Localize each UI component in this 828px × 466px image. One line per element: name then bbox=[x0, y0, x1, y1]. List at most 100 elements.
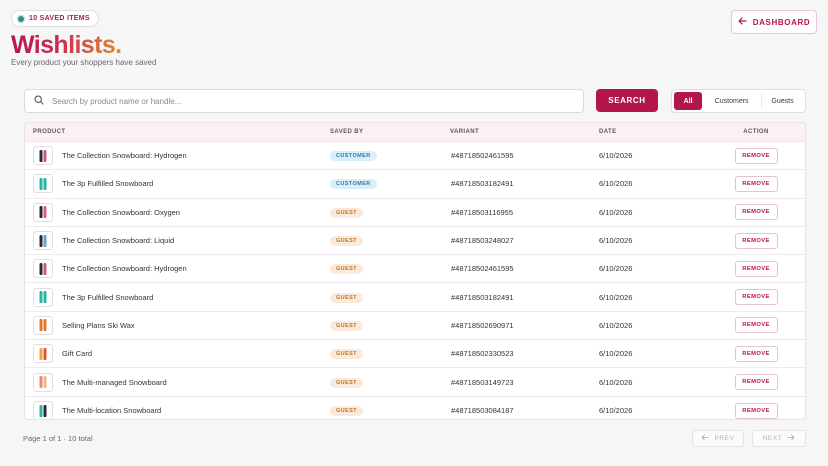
variant-id: #48718502461595 bbox=[451, 264, 514, 274]
product-name[interactable]: Selling Plans Ski Wax bbox=[62, 321, 135, 330]
table-row: The Collection Snowboard: Hydrogen CUSTOM… bbox=[25, 142, 805, 171]
table-row: The Collection Snowboard: Liquid GUEST #48… bbox=[25, 227, 805, 256]
product-cell: The Collection Snowboard: Hydrogen bbox=[25, 146, 322, 166]
action-cell: REMOVE bbox=[707, 260, 805, 277]
product-name[interactable]: Gift Card bbox=[62, 349, 92, 358]
remove-button[interactable]: REMOVE bbox=[734, 345, 778, 362]
saved-by-cell: GUEST bbox=[322, 235, 442, 247]
action-cell: REMOVE bbox=[707, 147, 805, 164]
prev-page-label: PREV bbox=[714, 435, 735, 442]
saved-by-cell: GUEST bbox=[322, 207, 442, 218]
column-header-date: DATE bbox=[599, 129, 617, 135]
saved-by-badge: CUSTOMER bbox=[330, 179, 377, 190]
arrow-left-icon bbox=[701, 434, 709, 443]
remove-button[interactable]: REMOVE bbox=[734, 374, 778, 391]
product-thumbnail-icon bbox=[33, 202, 53, 222]
dashboard-button-label: DASHBOARD bbox=[752, 17, 811, 27]
product-thumbnail-icon bbox=[33, 259, 53, 279]
search-input[interactable] bbox=[52, 96, 583, 106]
action-cell: REMOVE bbox=[707, 374, 805, 391]
product-name[interactable]: The 3p Fulfilled Snowboard bbox=[62, 293, 153, 302]
saved-by-badge: GUEST bbox=[330, 264, 363, 275]
table-row: The 3p Fulfilled Snowboard GUEST #48718503… bbox=[25, 283, 805, 312]
prev-page-button[interactable]: PREV bbox=[692, 430, 744, 447]
action-cell: REMOVE bbox=[707, 289, 805, 306]
saved-date: 6/10/2026 bbox=[599, 179, 633, 189]
filter-customers[interactable]: Customers bbox=[704, 92, 759, 110]
saved-by-cell: GUEST bbox=[322, 320, 442, 331]
saved-date: 6/10/2026 bbox=[599, 207, 633, 217]
variant-id: #48718503248027 bbox=[451, 236, 514, 246]
table-row: Selling Plans Ski Wax GUEST #4871850269097… bbox=[25, 312, 805, 341]
action-cell: REMOVE bbox=[707, 317, 805, 334]
saved-by-badge: CUSTOMER bbox=[330, 151, 377, 162]
remove-button[interactable]: REMOVE bbox=[734, 260, 778, 277]
filter-segmented-control: All Customers Guests bbox=[671, 89, 806, 113]
table-header: PRODUCT SAVED BY VARIANT DATE ACTION bbox=[25, 123, 805, 142]
variant-id: #48718502690971 bbox=[451, 320, 514, 330]
saved-date: 6/10/2026 bbox=[599, 236, 633, 246]
table-body: The Collection Snowboard: Hydrogen CUSTOM… bbox=[25, 142, 805, 419]
product-name[interactable]: The Multi-managed Snowboard bbox=[62, 378, 167, 387]
product-cell: The 3p Fulfilled Snowboard bbox=[25, 287, 322, 307]
remove-button[interactable]: REMOVE bbox=[734, 289, 778, 306]
remove-button[interactable]: REMOVE bbox=[734, 204, 778, 221]
arrow-left-icon bbox=[738, 17, 747, 27]
saved-by-badge: GUEST bbox=[330, 349, 363, 360]
remove-button[interactable]: REMOVE bbox=[734, 232, 778, 249]
action-cell: REMOVE bbox=[707, 175, 805, 192]
table-row: The Multi-location Snowboard GUEST #487185… bbox=[25, 397, 805, 419]
product-thumbnail-icon bbox=[33, 344, 53, 364]
search-icon bbox=[34, 92, 44, 110]
remove-button[interactable]: REMOVE bbox=[734, 402, 778, 419]
variant-id: #48718503149723 bbox=[451, 377, 514, 387]
saved-date: 6/10/2026 bbox=[599, 292, 633, 302]
product-thumbnail-icon bbox=[33, 231, 53, 251]
filter-all[interactable]: All bbox=[674, 92, 703, 110]
variant-id: #48718503182491 bbox=[451, 179, 514, 189]
product-name[interactable]: The Collection Snowboard: Hydrogen bbox=[62, 264, 187, 273]
wishlist-table: PRODUCT SAVED BY VARIANT DATE ACTION The… bbox=[24, 122, 806, 420]
column-header-action: ACTION bbox=[743, 129, 769, 135]
action-cell: REMOVE bbox=[707, 204, 805, 221]
remove-button[interactable]: REMOVE bbox=[734, 147, 778, 164]
search-button[interactable]: SEARCH bbox=[596, 89, 658, 112]
variant-id: #48718503116955 bbox=[451, 207, 514, 217]
product-thumbnail-icon bbox=[33, 287, 53, 307]
saved-by-badge: GUEST bbox=[330, 377, 363, 388]
product-name[interactable]: The Collection Snowboard: Liquid bbox=[62, 236, 174, 245]
saved-date: 6/10/2026 bbox=[599, 349, 633, 359]
saved-by-cell: CUSTOMER bbox=[322, 150, 442, 162]
product-name[interactable]: The Multi-location Snowboard bbox=[62, 406, 161, 415]
next-page-button[interactable]: NEXT bbox=[752, 430, 806, 447]
column-header-variant: VARIANT bbox=[450, 129, 480, 135]
product-cell: The Multi-location Snowboard bbox=[25, 401, 322, 419]
dashboard-button[interactable]: DASHBOARD bbox=[731, 10, 817, 34]
product-cell: The Multi-managed Snowboard bbox=[25, 372, 322, 392]
product-thumbnail-icon bbox=[33, 372, 53, 392]
search-bar bbox=[24, 89, 584, 113]
table-row: The Collection Snowboard: Oxygen GUEST #48… bbox=[25, 199, 805, 227]
product-thumbnail-icon bbox=[33, 174, 53, 194]
table-row: Gift Card GUEST #48718502330523 6/10/2026 RE… bbox=[25, 340, 805, 369]
product-name[interactable]: The Collection Snowboard: Oxygen bbox=[62, 208, 180, 217]
product-name[interactable]: The 3p Fulfilled Snowboard bbox=[62, 179, 153, 188]
saved-items-count: 10 SAVED ITEMS bbox=[29, 15, 90, 22]
saved-items-badge: 10 SAVED ITEMS bbox=[11, 10, 99, 27]
remove-button[interactable]: REMOVE bbox=[734, 175, 778, 192]
product-cell: Gift Card bbox=[25, 344, 322, 364]
saved-by-badge: GUEST bbox=[330, 406, 363, 417]
saved-date: 6/10/2026 bbox=[599, 320, 633, 330]
product-thumbnail-icon bbox=[33, 146, 53, 166]
product-name[interactable]: The Collection Snowboard: Hydrogen bbox=[62, 151, 187, 160]
saved-by-badge: GUEST bbox=[330, 236, 363, 247]
saved-by-badge: GUEST bbox=[330, 320, 363, 331]
status-dot-icon bbox=[18, 15, 24, 22]
filter-guests[interactable]: Guests bbox=[760, 92, 803, 110]
table-row: The Multi-managed Snowboard GUEST #4871850… bbox=[25, 368, 805, 397]
action-cell: REMOVE bbox=[707, 345, 805, 362]
remove-button[interactable]: REMOVE bbox=[734, 317, 778, 334]
page-title: Wishlists. bbox=[11, 31, 122, 59]
saved-date: 6/10/2026 bbox=[599, 406, 633, 416]
product-thumbnail-icon bbox=[33, 315, 53, 335]
